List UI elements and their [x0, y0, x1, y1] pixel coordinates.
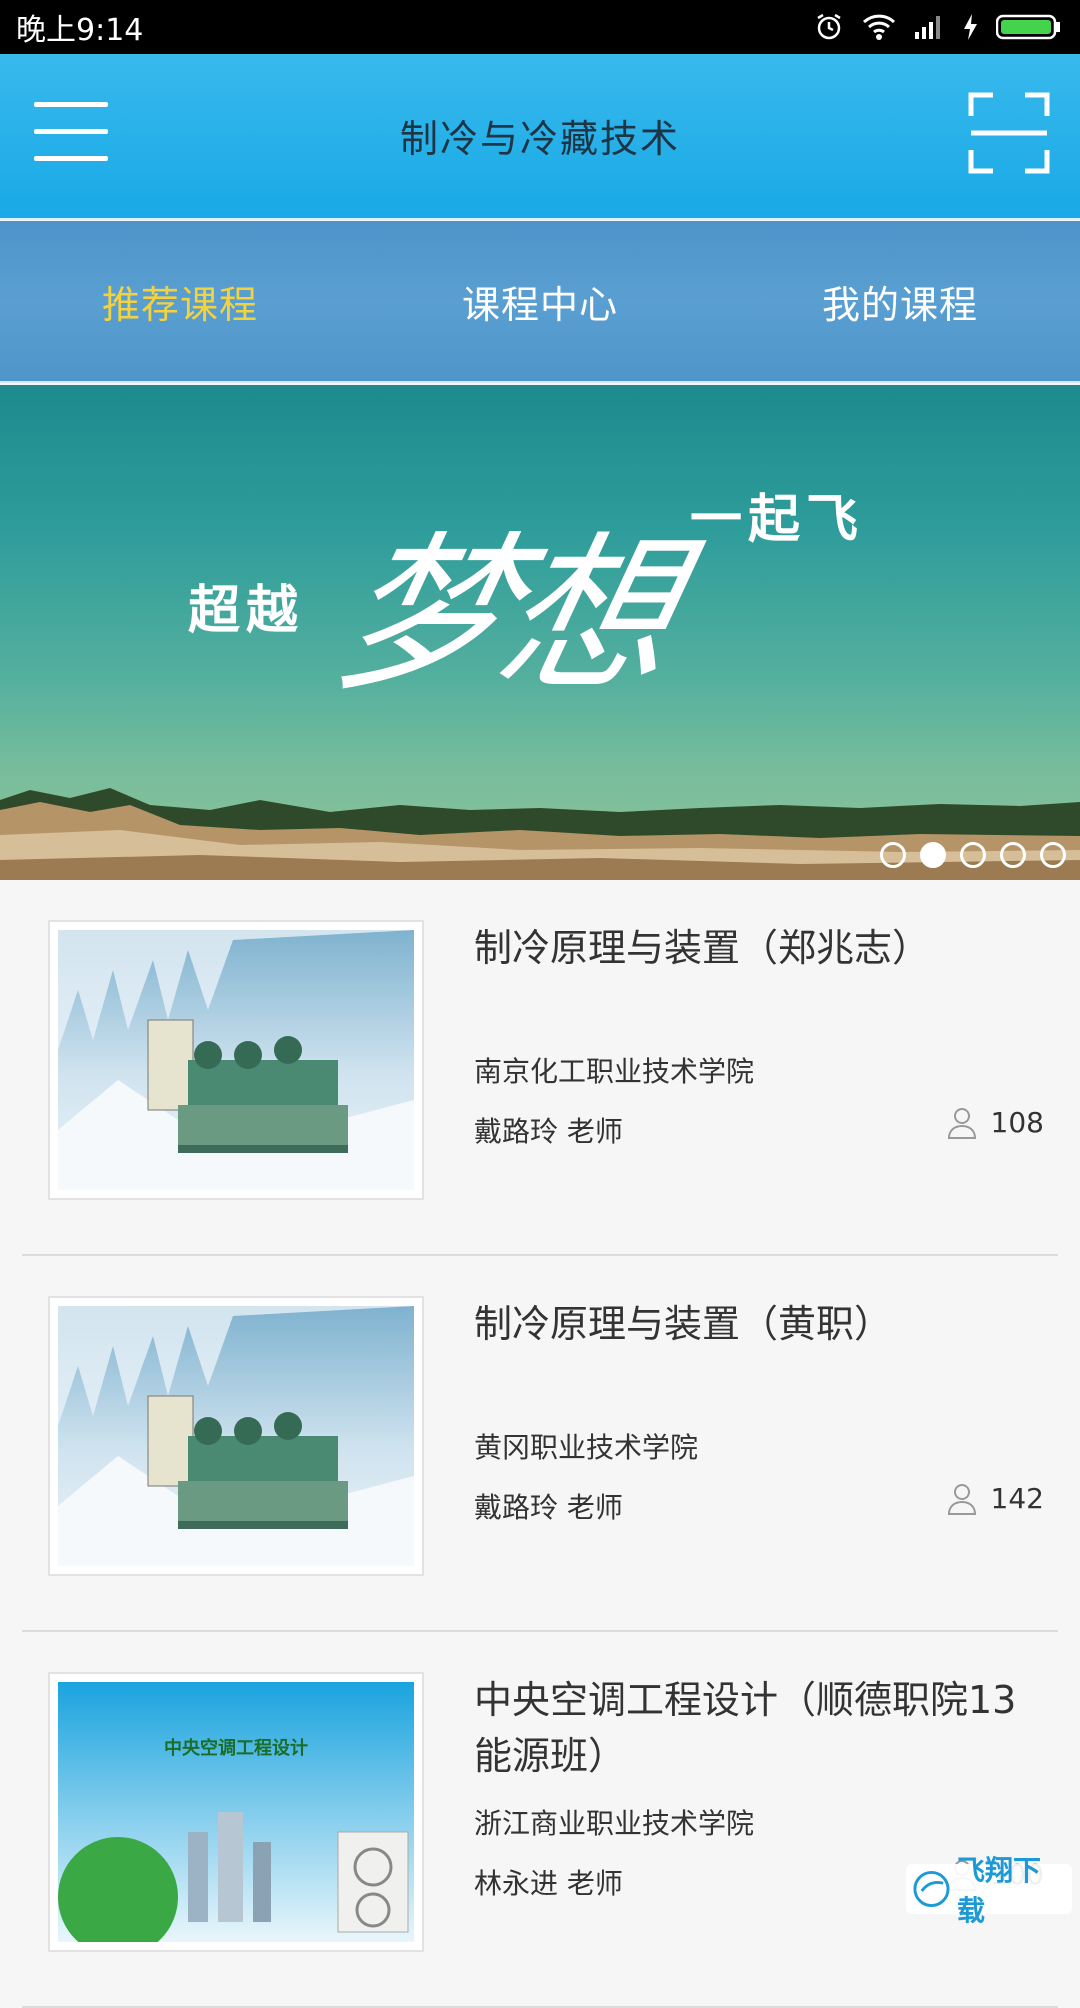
course-teacher: 戴路玲 老师 [474, 1110, 623, 1150]
charging-icon [962, 13, 978, 41]
banner-text-left: 超越 [188, 568, 304, 643]
carousel-dot-active[interactable] [920, 842, 946, 868]
tab-course-center[interactable]: 课程中心 [360, 221, 720, 381]
refrigeration-unit-image [58, 1306, 414, 1566]
course-item[interactable]: 中央空调工程设计 中央空调工程设计（顺德职院13能源班） 浙江商业职业技术学院 … [22, 1632, 1058, 2008]
course-title: 制冷原理与装置（黄职） [474, 1296, 1044, 1352]
course-school: 南京化工职业技术学院 [474, 1050, 754, 1090]
watermark-icon [912, 1869, 951, 1909]
course-thumbnail [48, 1296, 424, 1576]
alarm-icon [814, 12, 844, 42]
carousel-dot[interactable] [1000, 842, 1026, 868]
enrollment-count: 142 [947, 1482, 1044, 1515]
banner-carousel[interactable]: 超越 梦想 一起飞 [0, 385, 1080, 880]
course-teacher: 戴路玲 老师 [474, 1486, 623, 1526]
app-header: 制冷与冷藏技术 [0, 54, 1080, 220]
enrollment-number: 142 [991, 1482, 1044, 1515]
scan-icon[interactable] [968, 92, 1050, 174]
battery-icon [996, 13, 1062, 41]
course-teacher: 林永进 老师 [474, 1862, 623, 1902]
course-school: 浙江商业职业技术学院 [474, 1802, 754, 1842]
status-bar: 晚上9:14 [0, 0, 1080, 54]
hvac-course-image: 中央空调工程设计 [58, 1682, 414, 1942]
status-icons [814, 12, 1062, 42]
course-title: 制冷原理与装置（郑兆志） [474, 920, 1044, 976]
course-school: 黄冈职业技术学院 [474, 1426, 698, 1466]
banner-text-big: 梦想 [319, 477, 695, 723]
course-thumbnail: 中央空调工程设计 [48, 1672, 424, 1952]
wifi-icon [862, 13, 896, 41]
carousel-indicator [880, 842, 1066, 868]
user-icon [947, 1483, 977, 1515]
thumbnail-caption: 中央空调工程设计 [164, 1737, 308, 1759]
tab-my-courses[interactable]: 我的课程 [720, 221, 1080, 381]
tab-bar: 推荐课程 课程中心 我的课程 [0, 221, 1080, 383]
carousel-dot[interactable] [880, 842, 906, 868]
course-item[interactable]: 制冷原理与装置（黄职） 黄冈职业技术学院 戴路玲 老师 142 [22, 1256, 1058, 1632]
enrollment-count: 108 [947, 1106, 1044, 1139]
tab-recommended[interactable]: 推荐课程 [0, 221, 360, 381]
refrigeration-unit-image [58, 930, 414, 1190]
watermark-text: 飞翔下载 [957, 1849, 1066, 1929]
page-title: 制冷与冷藏技术 [0, 108, 1080, 163]
signal-icon [914, 14, 944, 40]
course-thumbnail [48, 920, 424, 1200]
watermark-logo: 飞翔下载 [906, 1864, 1072, 1914]
carousel-dot[interactable] [960, 842, 986, 868]
enrollment-number: 108 [991, 1106, 1044, 1139]
course-title: 中央空调工程设计（顺德职院13能源班） [474, 1672, 1044, 1784]
course-item[interactable]: 制冷原理与装置（郑兆志） 南京化工职业技术学院 戴路玲 老师 108 [22, 880, 1058, 1256]
banner-text-right: 一起飞 [690, 477, 864, 552]
user-icon [947, 1107, 977, 1139]
carousel-dot[interactable] [1040, 842, 1066, 868]
status-time: 晚上9:14 [16, 5, 143, 49]
